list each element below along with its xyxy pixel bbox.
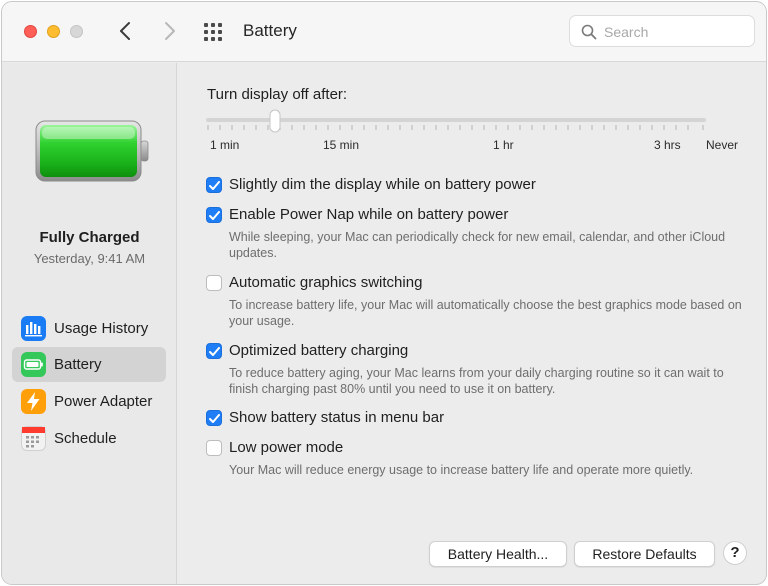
checkmark-icon bbox=[209, 414, 220, 423]
tick-label: 3 hrs bbox=[654, 138, 681, 152]
sidebar-item-label: Schedule bbox=[54, 430, 117, 447]
slider-thumb bbox=[269, 109, 281, 133]
option-label: Low power mode bbox=[229, 439, 344, 456]
checkmark-icon bbox=[209, 181, 220, 190]
battery-status-title: Fully Charged bbox=[39, 229, 140, 246]
option-description: Your Mac will reduce energy usage to inc… bbox=[229, 463, 694, 477]
battery-full-icon bbox=[35, 120, 149, 182]
tick-label: Never bbox=[706, 138, 739, 152]
checkbox-unchecked[interactable] bbox=[206, 440, 222, 456]
close-button[interactable] bbox=[24, 25, 37, 38]
checkbox-unchecked[interactable] bbox=[206, 275, 222, 291]
checkbox-checked[interactable] bbox=[206, 207, 222, 223]
tick-label: 15 min bbox=[323, 138, 360, 152]
option-label: Optimized battery charging bbox=[229, 342, 409, 359]
restore-defaults-button[interactable]: Restore Defaults bbox=[574, 541, 715, 567]
search-icon bbox=[581, 24, 597, 40]
window-title: Battery bbox=[243, 21, 297, 40]
tick-label: 1 hr bbox=[493, 138, 514, 152]
option-label: Automatic graphics switching bbox=[229, 274, 423, 291]
sidebar-item-schedule[interactable]: Schedule bbox=[12, 421, 166, 456]
battery-icon bbox=[21, 352, 46, 377]
option-label: Enable Power Nap while on battery power bbox=[229, 206, 509, 223]
sidebar-item-label: Battery bbox=[54, 356, 102, 373]
minimize-button[interactable] bbox=[47, 25, 60, 38]
search-field[interactable] bbox=[569, 15, 755, 47]
display-off-label: Turn display off after: bbox=[207, 86, 348, 103]
title-bar: Battery bbox=[2, 2, 766, 62]
option-description: To increase battery life, your Mac will … bbox=[229, 298, 742, 328]
sidebar-item-label: Power Adapter bbox=[54, 393, 153, 410]
grid-icon bbox=[204, 23, 222, 41]
checkbox-checked[interactable] bbox=[206, 177, 222, 193]
lightning-icon bbox=[21, 389, 46, 414]
chevron-left-icon bbox=[120, 22, 130, 40]
sidebar-item-battery[interactable]: Battery bbox=[12, 347, 166, 382]
checkbox-checked[interactable] bbox=[206, 410, 222, 426]
zoom-button[interactable] bbox=[70, 25, 83, 38]
sidebar-item-usage-history[interactable]: Usage History bbox=[12, 311, 166, 346]
system-preferences-window: Battery Search Fully Charged Yesterday, … bbox=[1, 1, 767, 585]
bar-chart-icon bbox=[21, 316, 46, 341]
sidebar-item-power-adapter[interactable]: Power Adapter bbox=[12, 384, 166, 419]
calendar-icon bbox=[21, 426, 46, 451]
help-button[interactable]: ? bbox=[723, 541, 747, 565]
back-button[interactable] bbox=[115, 19, 137, 43]
show-all-button[interactable] bbox=[202, 21, 226, 43]
checkmark-icon bbox=[209, 347, 220, 356]
checkmark-icon bbox=[209, 211, 220, 220]
option-label: Slightly dim the display while on batter… bbox=[229, 176, 536, 193]
chevron-right-icon bbox=[165, 22, 175, 40]
sidebar: Fully Charged Yesterday, 9:41 AM Usage H… bbox=[2, 63, 177, 584]
sidebar-item-label: Usage History bbox=[54, 320, 149, 337]
battery-health-button[interactable]: Battery Health... bbox=[429, 541, 567, 567]
option-description: To reduce battery aging, your Mac learns… bbox=[229, 366, 724, 396]
search-input[interactable] bbox=[604, 21, 744, 43]
battery-status-time: Yesterday, 9:41 AM bbox=[33, 251, 146, 266]
tick-label: 1 min bbox=[210, 138, 240, 152]
option-label: Show battery status in menu bar bbox=[229, 409, 445, 426]
checkbox-checked[interactable] bbox=[206, 343, 222, 359]
main-pane: Turn display off after: 1 min 15 min 1 h… bbox=[178, 63, 766, 584]
forward-button[interactable] bbox=[158, 19, 180, 43]
option-description: While sleeping, your Mac can periodicall… bbox=[229, 230, 726, 260]
display-off-slider[interactable] bbox=[206, 107, 711, 137]
